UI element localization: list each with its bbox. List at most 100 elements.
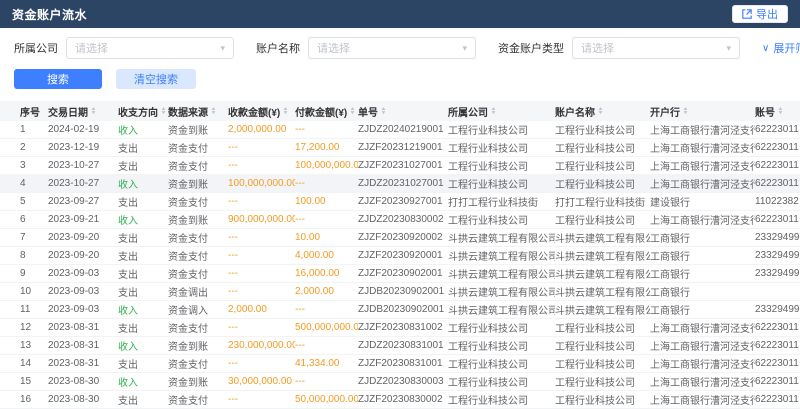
cell-order-no: ZJDZ20240219001 <box>358 124 448 135</box>
column-header-company[interactable]: 所属公司▲▼ <box>448 104 555 119</box>
cell-pay-amount: --- <box>295 178 358 189</box>
table-row[interactable]: 122023-08-31支出资金支付---500,000,000.00ZJZF2… <box>0 319 800 337</box>
sort-icon[interactable]: ▲▼ <box>91 107 96 115</box>
table-row[interactable]: 102023-09-03支出资金调出---2,000.00ZJDB2023090… <box>0 283 800 301</box>
sort-icon[interactable]: ▲▼ <box>211 107 216 115</box>
cell-source: 资金支付 <box>168 266 228 281</box>
cell-source: 资金支付 <box>168 320 228 335</box>
company-select[interactable]: 请选择 ▾ <box>66 37 234 59</box>
cell-source: 资金到账 <box>168 212 228 227</box>
cell-receive-amount: --- <box>228 286 295 297</box>
cell-account-no: 23329499 <box>755 250 800 261</box>
table-row[interactable]: 92023-09-03支出资金支付---16,000.00ZJZF2023090… <box>0 265 800 283</box>
export-icon <box>742 9 752 19</box>
table-row[interactable]: 142023-08-31支出资金支付---41,334.00ZJZF202308… <box>0 355 800 373</box>
column-header-pay-amount[interactable]: 付款金额(¥)▲▼ <box>295 104 358 119</box>
sort-icon[interactable]: ▲▼ <box>350 107 355 115</box>
cell-order-no: ZJDZ20231027001 <box>358 178 448 189</box>
cell-index: 3 <box>20 160 48 171</box>
cell-date: 2023-09-03 <box>48 268 118 279</box>
table-row[interactable]: 52023-09-27支出资金支付---100.00ZJZF2023092700… <box>0 193 800 211</box>
expand-filters-label: 展开筛选 <box>773 40 800 56</box>
cell-index: 4 <box>20 178 48 189</box>
cell-order-no: ZJZF20231219001 <box>358 142 448 153</box>
table-row[interactable]: 32023-10-27支出资金支付---100,000,000.00ZJZF20… <box>0 157 800 175</box>
cell-account-no: 23329499 <box>755 304 800 315</box>
filter-group-account-name: 账户名称 请选择 ▾ <box>256 37 476 59</box>
column-header-index: 序号 <box>20 104 48 119</box>
table-row[interactable]: 152023-08-30收入资金到账30,000,000.00---ZJDZ20… <box>0 373 800 391</box>
table-row[interactable]: 22023-12-19支出资金支付---17,200.00ZJZF2023121… <box>0 139 800 157</box>
cell-pay-amount: --- <box>295 124 358 135</box>
column-header-label: 开户行 <box>650 104 680 119</box>
cell-date: 2023-09-27 <box>48 196 118 207</box>
cell-index: 7 <box>20 232 48 243</box>
sort-icon[interactable]: ▲▼ <box>598 107 603 115</box>
column-header-order-no[interactable]: 单号▲▼ <box>358 104 448 119</box>
sort-icon[interactable]: ▲▼ <box>491 107 496 115</box>
table-row[interactable]: 42023-10-27收入资金到账100,000,000.00---ZJDZ20… <box>0 175 800 193</box>
cell-date: 2023-08-31 <box>48 340 118 351</box>
cell-index: 12 <box>20 322 48 333</box>
column-header-direction[interactable]: 收支方向▲▼ <box>118 104 168 119</box>
cell-company: 斗拱云建筑工程有限公司 <box>448 230 555 245</box>
cell-date: 2023-09-20 <box>48 232 118 243</box>
export-button[interactable]: 导出 <box>732 5 788 23</box>
table-row[interactable]: 72023-09-20支出资金支付---10.00ZJZF20230920002… <box>0 229 800 247</box>
filter-actions: 搜索 清空搜索 <box>14 69 786 89</box>
account-name-select[interactable]: 请选择 ▾ <box>308 37 476 59</box>
cell-account-name: 打打工程行业科技街 <box>555 194 650 209</box>
account-type-select[interactable]: 请选择 ▾ <box>572 37 740 59</box>
transactions-table: 序号交易日期▲▼收支方向▲▼数据来源▲▼收款金额(¥)▲▼付款金额(¥)▲▼单号… <box>0 101 800 409</box>
column-header-account-name[interactable]: 账户名称▲▼ <box>555 104 650 119</box>
column-header-date[interactable]: 交易日期▲▼ <box>48 104 118 119</box>
cell-receive-amount: --- <box>228 142 295 153</box>
column-header-receive-amount[interactable]: 收款金额(¥)▲▼ <box>228 104 295 119</box>
table-row[interactable]: 62023-09-21收入资金到账900,000,000.00---ZJDZ20… <box>0 211 800 229</box>
cell-source: 资金支付 <box>168 356 228 371</box>
sort-icon[interactable]: ▲▼ <box>161 107 166 115</box>
column-header-account-no[interactable]: 账号▲▼ <box>755 104 800 119</box>
cell-index: 10 <box>20 286 48 297</box>
cell-direction: 收入 <box>118 338 168 353</box>
clear-search-button[interactable]: 清空搜索 <box>116 69 196 89</box>
cell-account-no: 62223011 <box>755 142 800 153</box>
column-header-label: 序号 <box>20 104 40 119</box>
cell-receive-amount: --- <box>228 160 295 171</box>
chevron-down-icon: ▾ <box>726 44 731 53</box>
column-header-bank[interactable]: 开户行▲▼ <box>650 104 755 119</box>
cell-account-no: 62223011 <box>755 394 800 405</box>
column-header-source[interactable]: 数据来源▲▼ <box>168 104 228 119</box>
search-button[interactable]: 搜索 <box>14 69 102 89</box>
table-row[interactable]: 112023-09-03收入资金调入2,000.00---ZJDB2023090… <box>0 301 800 319</box>
table-row[interactable]: 82023-09-20支出资金支付---4,000.00ZJZF20230920… <box>0 247 800 265</box>
account-type-select-placeholder: 请选择 <box>581 40 614 56</box>
sort-icon[interactable]: ▲▼ <box>683 107 688 115</box>
table-row[interactable]: 132023-08-31收入资金到账230,000,000.00---ZJDZ2… <box>0 337 800 355</box>
cell-source: 资金调出 <box>168 284 228 299</box>
cell-company: 工程行业科技公司 <box>448 374 555 389</box>
account-name-select-placeholder: 请选择 <box>317 40 350 56</box>
table-row[interactable]: 162023-08-30支出资金支付---50,000,000.00ZJZF20… <box>0 391 800 409</box>
cell-account-name: 工程行业科技公司 <box>555 338 650 353</box>
cell-date: 2023-09-03 <box>48 286 118 297</box>
cell-account-name: 斗拱云建筑工程有限公司 <box>555 266 650 281</box>
company-filter-label: 所属公司 <box>14 40 58 56</box>
cell-bank: 上海工商银行漕河泾支行 <box>650 374 755 389</box>
cell-order-no: ZJZF20230902001 <box>358 268 448 279</box>
cell-receive-amount: --- <box>228 196 295 207</box>
cell-index: 5 <box>20 196 48 207</box>
cell-direction: 收入 <box>118 122 168 137</box>
cell-source: 资金支付 <box>168 158 228 173</box>
sort-icon[interactable]: ▲▼ <box>778 107 783 115</box>
table-body: 12024-02-19收入资金到账2,000,000.00---ZJDZ2024… <box>0 121 800 409</box>
cell-company: 工程行业科技公司 <box>448 176 555 191</box>
cell-order-no: ZJDB20230902001 <box>358 286 448 297</box>
sort-icon[interactable]: ▲▼ <box>283 107 288 115</box>
sort-icon[interactable]: ▲▼ <box>381 107 386 115</box>
table-row[interactable]: 12024-02-19收入资金到账2,000,000.00---ZJDZ2024… <box>0 121 800 139</box>
cell-company: 打打工程行业科技街 <box>448 194 555 209</box>
cell-account-no: 11022382 <box>755 196 800 207</box>
expand-filters-link[interactable]: ∨ 展开筛选 <box>762 40 800 56</box>
cell-direction: 支出 <box>118 320 168 335</box>
